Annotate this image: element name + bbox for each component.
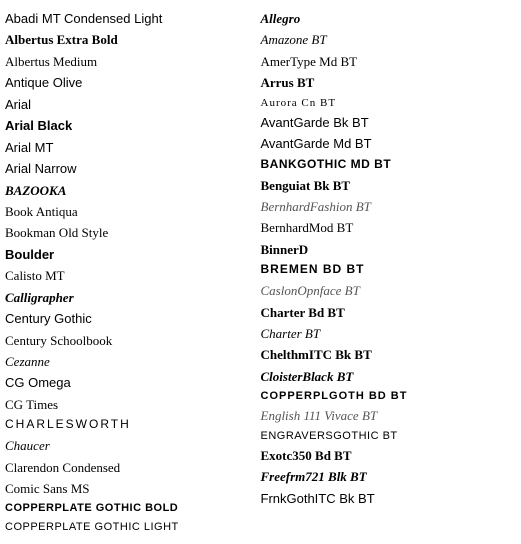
list-item: Amazone BT (261, 29, 509, 50)
list-item: Antique Olive (5, 72, 253, 93)
list-item: Century Gothic (5, 308, 253, 329)
list-item: AvantGarde Md BT (261, 133, 509, 154)
list-item: Boulder (5, 244, 253, 265)
list-item: Arrus BT (261, 72, 509, 93)
list-item: Calligrapher (5, 287, 253, 308)
list-item: ChelthmITC Bk BT (261, 344, 509, 365)
list-item: Arial Narrow (5, 158, 253, 179)
list-item: Chaucer (5, 435, 253, 456)
left-column: Abadi MT Condensed LightAlbertus Extra B… (5, 8, 261, 536)
list-item: Freefrm721 Blk BT (261, 466, 509, 487)
list-item: CaslonOpnface BT (261, 280, 509, 301)
list-item: BankGothic Md BT (261, 155, 509, 175)
list-item: Aurora Cn BT (261, 94, 509, 112)
list-item: CloisterBlack BT (261, 366, 509, 387)
list-item: CopperplGoth Bd BT (261, 387, 509, 405)
list-item: Calisto MT (5, 265, 253, 286)
list-item: Benguiat Bk BT (261, 175, 509, 196)
list-item: BernhardFashion BT (261, 196, 509, 217)
list-item: Arial MT (5, 137, 253, 158)
list-item: Charter BT (261, 323, 509, 344)
list-item: English 111 Vivace BT (261, 405, 509, 426)
list-item: CG Times (5, 394, 253, 415)
list-item: EngraversGothic BT (261, 427, 509, 445)
list-item: Cezanne (5, 351, 253, 372)
list-item: Arial Black (5, 115, 253, 136)
list-item: Exotc350 Bd BT (261, 445, 509, 466)
list-item: Albertus Medium (5, 51, 253, 72)
list-item: BernhardMod BT (261, 217, 509, 238)
list-item: AvantGarde Bk BT (261, 112, 509, 133)
right-column: AllegroAmazone BTAmerType Md BTArrus BTA… (261, 8, 517, 536)
list-item: AmerType Md BT (261, 51, 509, 72)
list-item: FrnkGothITC Bk BT (261, 488, 509, 509)
list-item: Abadi MT Condensed Light (5, 8, 253, 29)
list-item: BAZOOKA (5, 180, 253, 201)
list-item: COPPERPLATE GOTHIC BOLD (5, 499, 253, 517)
list-item: Century Schoolbook (5, 330, 253, 351)
list-item: Bookman Old Style (5, 222, 253, 243)
list-item: Allegro (261, 8, 509, 29)
list-item: Albertus Extra Bold (5, 29, 253, 50)
list-item: BinnerD (261, 239, 509, 260)
list-item: Charter Bd BT (261, 302, 509, 323)
list-item: Clarendon Condensed (5, 457, 253, 478)
list-item: Arial (5, 94, 253, 115)
list-item: BREMEN BD BT (261, 260, 509, 280)
list-item: Book Antiqua (5, 201, 253, 222)
font-list-container: Abadi MT Condensed LightAlbertus Extra B… (0, 0, 521, 544)
list-item: Comic Sans MS (5, 478, 253, 499)
list-item: CHARLESWORTH (5, 415, 253, 435)
list-item: CG Omega (5, 372, 253, 393)
